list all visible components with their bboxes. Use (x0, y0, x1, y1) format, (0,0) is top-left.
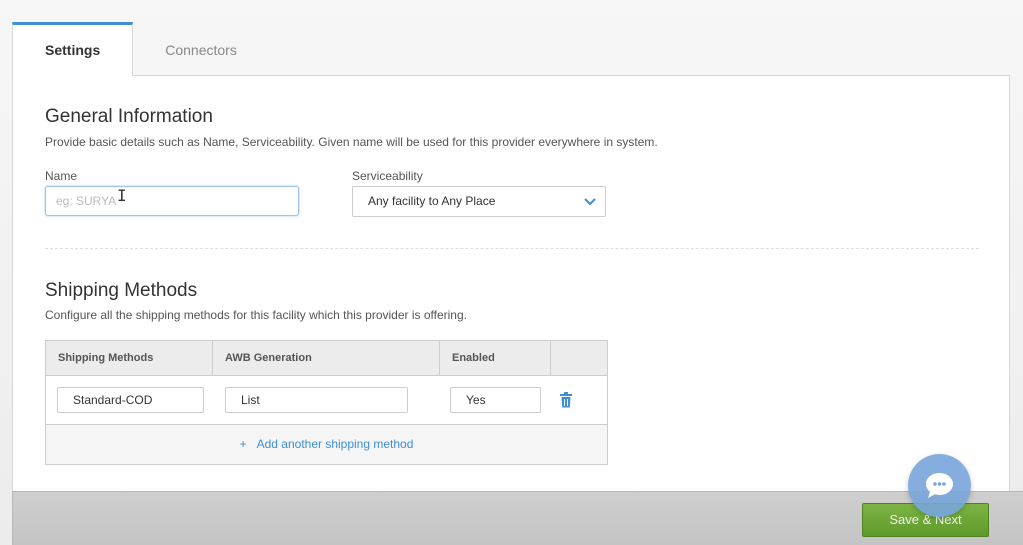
serviceability-select[interactable]: Any facility to Any Place (352, 186, 606, 217)
shipping-method-field[interactable]: Standard-COD (57, 387, 204, 413)
add-shipping-method-link[interactable]: + Add another shipping method (46, 425, 607, 464)
enabled-field[interactable]: Yes (450, 387, 541, 413)
tab-bar: Settings Connectors (12, 22, 269, 76)
plus-icon: + (239, 437, 247, 451)
name-label: Name (45, 169, 78, 183)
general-information-title: General Information (45, 106, 213, 127)
name-input[interactable] (45, 186, 299, 216)
trash-icon[interactable] (559, 392, 573, 408)
column-header-actions (551, 341, 607, 375)
shipping-methods-title: Shipping Methods (45, 280, 198, 301)
column-header-shipping-methods: Shipping Methods (46, 341, 213, 375)
table-row: Standard-COD List Yes (46, 376, 607, 425)
tab-settings[interactable]: Settings (12, 22, 134, 76)
text-cursor-icon: I (117, 186, 127, 205)
tab-connectors[interactable]: Connectors (133, 24, 269, 76)
settings-panel: General Information Provide basic detail… (12, 75, 1010, 545)
add-shipping-method-label: Add another shipping method (256, 437, 414, 451)
serviceability-value: Any facility to Any Place (368, 194, 496, 208)
awb-generation-field[interactable]: List (225, 387, 408, 413)
chat-button[interactable] (908, 454, 971, 517)
serviceability-label: Serviceability (352, 169, 423, 183)
section-divider (45, 248, 979, 249)
chevron-down-icon (584, 198, 596, 206)
page: Settings Connectors General Information … (0, 0, 1023, 545)
shipping-methods-table: Shipping Methods AWB Generation Enabled … (45, 340, 608, 465)
table-header: Shipping Methods AWB Generation Enabled (46, 341, 607, 376)
column-header-enabled: Enabled (440, 341, 551, 375)
chat-bubble-icon (926, 473, 953, 498)
shipping-methods-description: Configure all the shipping methods for t… (45, 308, 467, 322)
general-information-description: Provide basic details such as Name, Serv… (45, 135, 658, 149)
column-header-awb-generation: AWB Generation (213, 341, 440, 375)
